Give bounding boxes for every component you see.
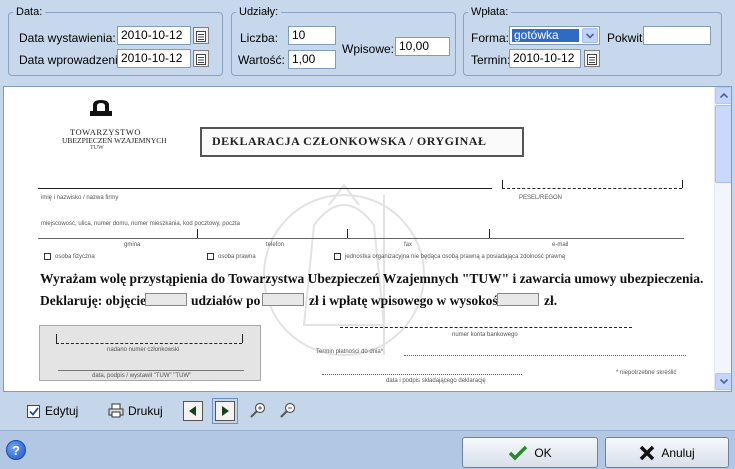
cancel-button[interactable]: Anuluj (605, 437, 729, 468)
ok-button[interactable]: OK (462, 437, 598, 468)
name-field-label: imię i nazwisko / nazwa firmy (41, 195, 119, 201)
shares-count-blank (145, 293, 187, 306)
legal-checkbox[interactable] (207, 253, 214, 260)
cancel-label: Anuluj (661, 445, 695, 460)
arrow-left-icon (189, 406, 196, 416)
gmina-field-label: gmina (124, 242, 141, 248)
zoom-out-button[interactable] (280, 402, 296, 421)
scroll-down-icon[interactable] (715, 373, 731, 390)
share-count-label: Liczba: (240, 31, 279, 45)
issue-date-input[interactable]: 2010-10-12 (117, 26, 191, 45)
vertical-scrollbar[interactable] (714, 87, 731, 391)
next-page-button[interactable] (212, 398, 238, 424)
printer-icon (108, 403, 124, 418)
pesel-field-label: PESEL/REGON (519, 195, 563, 201)
close-icon (640, 445, 655, 460)
tuw-logo-icon (90, 100, 112, 116)
declare-text-4: zł. (544, 293, 558, 308)
payment-term-input[interactable]: 2010-10-12 (509, 49, 581, 68)
ok-label: OK (534, 445, 552, 460)
document-title: DEKLARACJA CZŁONKOWSKA / ORYGINAŁ (212, 134, 487, 148)
payment-form-label: Forma: (471, 31, 510, 45)
entry-date-label: Data wprowadzenia: (19, 53, 128, 67)
entry-date-input[interactable]: 2010-10-12 (117, 49, 191, 68)
entry-fee-label: Wpisowe: (342, 42, 395, 56)
payment-term-text: Termin płatności do dnia* (316, 349, 384, 355)
payment-form-value: gotówka (512, 29, 579, 42)
footnote-text: * niepotrzebne skreślić (616, 370, 677, 376)
zoom-in-button[interactable] (250, 402, 266, 421)
declare-text-2: udziałów po (191, 293, 261, 308)
declaration-document: TOWARZYSTWO UBEZPIECZEŃ WZAJEMNYCH TUW D… (4, 87, 715, 391)
help-icon[interactable]: ? (6, 440, 26, 460)
fax-field-label: fax (404, 242, 413, 248)
edit-label: Edytuj (45, 404, 79, 418)
account-number-label: numer konta bankowego (452, 332, 518, 338)
header-panel: Data: Data wystawienia: 2010-10-12 Data … (0, 0, 735, 86)
payment-term-label: Termin: (471, 53, 511, 67)
shares-group-legend: Udziały: (239, 6, 279, 18)
logo-line-3: TUW (90, 145, 104, 151)
zoom-out-icon (280, 402, 296, 418)
email-field-label: e-mail (552, 242, 569, 248)
preview-toolbar: Edytuj Drukuj (0, 392, 735, 430)
phone-field-label: telefon (266, 242, 285, 248)
share-value-blank (262, 293, 304, 306)
share-value-label: Wartość: (238, 53, 285, 67)
share-value-input[interactable]: 1,00 (288, 50, 336, 69)
entry-fee-input[interactable]: 10,00 (395, 37, 450, 56)
scroll-up-icon[interactable] (715, 87, 731, 104)
check-icon (509, 445, 528, 460)
issue-date-label: Data wystawienia: (19, 31, 116, 45)
person-checkbox[interactable] (44, 253, 51, 260)
receipt-input[interactable] (643, 26, 711, 45)
person-option-label: osoba fizyczna (55, 254, 95, 260)
print-label: Drukuj (128, 403, 163, 418)
payment-term-calendar-icon[interactable] (584, 50, 600, 67)
declare-text-3: zł i wpłatę wpisowego w wysokości (309, 293, 508, 308)
declarant-signature-label: data i podpis składającego deklarację (386, 378, 486, 384)
member-number-label: nadano numer członkowski (107, 347, 180, 353)
payment-group-legend: Wpłata: (471, 6, 509, 18)
legal-option-label: osoba prawna (218, 254, 256, 260)
chevron-down-icon[interactable] (582, 28, 598, 43)
data-group-legend: Data: (16, 6, 43, 18)
declare-text-1: Deklaruję: objęcie (40, 293, 147, 308)
print-button[interactable]: Drukuj (108, 403, 163, 418)
logo-line-2: UBEZPIECZEŃ WZAJEMNYCH (62, 136, 167, 145)
entry-fee-blank (497, 293, 539, 306)
share-count-input[interactable]: 10 (288, 26, 336, 45)
issue-date-calendar-icon[interactable] (193, 27, 209, 44)
entry-date-calendar-icon[interactable] (193, 50, 209, 67)
edit-toggle[interactable]: Edytuj (27, 404, 78, 418)
org-option-label: jednostka organizacyjna nie będąca osobą… (345, 254, 566, 260)
scroll-thumb[interactable] (715, 105, 731, 183)
payment-form-select[interactable]: gotówka (509, 26, 600, 45)
zoom-in-icon (250, 402, 266, 418)
previous-page-button[interactable] (183, 401, 203, 421)
document-preview[interactable]: TOWARZYSTWO UBEZPIECZEŃ WZAJEMNYCH TUW D… (3, 86, 732, 392)
action-bar: ? OK Anuluj (0, 430, 735, 469)
receipt-label: Pokwit. (607, 31, 646, 45)
org-checkbox[interactable] (334, 253, 341, 260)
tuw-signature-label: data, podpis / wystawił "TUW" "TUW" (92, 373, 192, 379)
address-field-label: miejscowość, ulica, numer domu, numer mi… (41, 221, 240, 227)
declaration-statement: Wyrażam wolę przystąpienia do Towarzystw… (40, 271, 704, 286)
edit-checkbox[interactable] (27, 404, 40, 418)
arrow-right-icon (222, 406, 229, 416)
checkmark-icon (28, 406, 39, 416)
